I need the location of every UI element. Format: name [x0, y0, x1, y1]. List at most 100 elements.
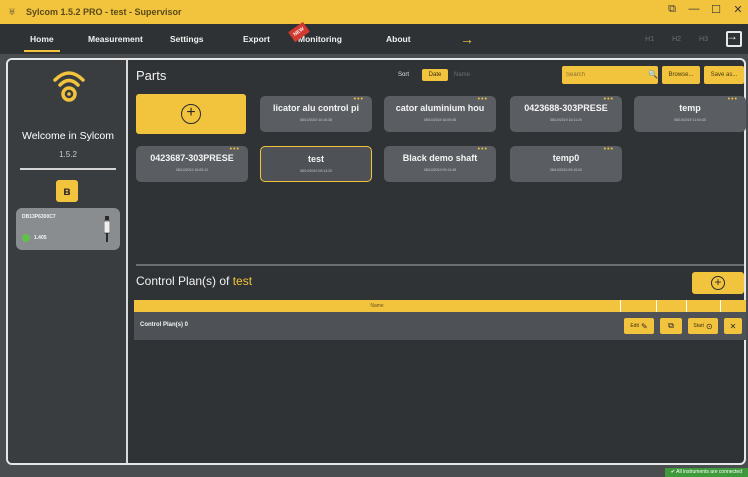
window-controls: ⧉ — ☐ ✕	[666, 3, 744, 16]
table-row[interactable]: Control Plan(s) 0 Edit ✎ ⧉ Start ⊙ ✕	[134, 312, 746, 340]
part-name: cator aluminium hou	[395, 103, 485, 113]
delete-icon: ✕	[729, 321, 737, 331]
part-name: test	[307, 154, 324, 164]
menu-monitoring[interactable]: NEW Monitoring	[288, 21, 342, 54]
part-tile[interactable]: ••• temp0 08/10/2019 09:10:02	[510, 146, 622, 182]
plus-circle-icon: +	[711, 276, 725, 290]
minimize-window-icon[interactable]: —	[688, 3, 700, 16]
part-date: 08/10/2019 09:10:02	[549, 168, 583, 172]
part-tile-selected[interactable]: test 08/10/2019 09:13:20	[260, 146, 372, 182]
part-tile[interactable]: ••• 0423688-303PRESE 08/10/2019 16:11:20	[510, 96, 622, 132]
part-name: 0423687-303PRESE	[150, 153, 234, 163]
control-plans-table-header: Name	[134, 300, 746, 312]
main-frame: Welcome in Sylcom 1.5.2 ʙ DB13P6300C7 1.…	[6, 58, 746, 465]
part-tile[interactable]: ••• 0423687-303PRESE 08/10/2019 16:05:12	[136, 146, 248, 182]
status-bar: ✔ All instruments are connected	[664, 468, 748, 477]
part-tile[interactable]: ••• licator alu control pi 08/10/2019 16…	[260, 96, 372, 132]
device-name: DB13P6300C7	[22, 214, 56, 220]
column-separator	[656, 300, 657, 312]
part-tile[interactable]: ••• Black demo shaft 08/10/2019 09:13:48	[384, 146, 496, 182]
part-date: 08/10/2019 11:04:40	[674, 118, 706, 122]
part-tile[interactable]: ••• cator aluminium hou 08/10/2019 16:09…	[384, 96, 496, 132]
control-plans-title: Control Plan(s) of test	[136, 274, 252, 288]
delete-button[interactable]: ✕	[724, 318, 742, 334]
sidebar: Welcome in Sylcom 1.5.2 ʙ DB13P6300C7 1.…	[8, 60, 128, 463]
control-plan-name: Control Plan(s) 0	[140, 322, 189, 328]
welcome-text: Welcome in Sylcom	[22, 130, 114, 142]
connection-status-dot	[22, 234, 30, 242]
maximize-window-icon[interactable]: ☐	[710, 3, 722, 16]
start-button[interactable]: Start ⊙	[688, 318, 718, 334]
part-date: 08/10/2019 16:05:12	[175, 168, 209, 172]
copy-button[interactable]: ⧉	[660, 318, 682, 334]
part-name: temp0	[552, 153, 580, 163]
window-title: Sylcom 1.5.2 PRO - test - Supervisor	[26, 7, 182, 17]
column-separator	[686, 300, 687, 312]
more-icon[interactable]: •••	[478, 96, 488, 103]
search-input[interactable]	[562, 66, 658, 84]
restore-window-icon[interactable]: ⧉	[666, 3, 678, 16]
search-icon[interactable]: 🔍	[648, 70, 658, 79]
start-label: Start	[693, 323, 704, 329]
menu-settings[interactable]: Settings	[170, 24, 204, 54]
part-date: 08/10/2019 09:13:20	[299, 169, 333, 173]
part-name: 0423688-303PRESE	[524, 103, 608, 113]
add-part-button[interactable]: +	[136, 94, 246, 134]
play-icon: ⊙	[705, 321, 713, 331]
version-text: 1.5.2	[59, 150, 77, 159]
menu-right-group: H1 H2 H3	[645, 24, 708, 54]
more-icon[interactable]: •••	[604, 146, 614, 153]
add-control-plan-button[interactable]: +	[692, 272, 744, 294]
more-icon[interactable]: •••	[478, 146, 488, 153]
parts-title: Parts	[136, 68, 167, 83]
part-date: 08/10/2019 16:09:48	[423, 118, 457, 122]
copy-icon: ⧉	[668, 321, 674, 330]
part-date: 08/10/2019 09:13:48	[423, 168, 457, 172]
menu-right-item[interactable]: H3	[699, 36, 708, 43]
bluetooth-button[interactable]: ʙ	[56, 180, 78, 202]
more-icon[interactable]: •••	[230, 146, 240, 153]
control-plans-title-prefix: Control Plan(s) of	[136, 274, 230, 288]
control-plans-part-name: test	[232, 274, 253, 288]
device-card[interactable]: DB13P6300C7 1.405	[16, 208, 120, 250]
sort-label: Sort	[398, 72, 410, 78]
exit-icon[interactable]	[726, 29, 742, 47]
menu-export[interactable]: Export	[243, 24, 270, 54]
menu-right-item[interactable]: H1	[645, 36, 654, 43]
close-window-icon[interactable]: ✕	[732, 3, 744, 16]
app-logo-icon: ♅	[7, 6, 17, 18]
sort-date-button[interactable]: Date	[422, 69, 448, 81]
menu-about[interactable]: About	[386, 24, 411, 54]
title-bar: ♅ Sylcom 1.5.2 PRO - test - Supervisor ⧉…	[0, 0, 748, 24]
edit-button[interactable]: Edit ✎	[624, 318, 654, 334]
menu-measurement[interactable]: Measurement	[88, 24, 143, 54]
part-date: 08/10/2019 16:11:20	[550, 118, 582, 122]
menu-right-item[interactable]: H2	[672, 36, 681, 43]
save-as-button[interactable]: Save as...	[704, 66, 744, 84]
probe-icon	[104, 216, 110, 242]
check-icon: ✔	[670, 469, 675, 475]
device-value: 1.405	[34, 235, 47, 241]
menu-home[interactable]: Home	[24, 24, 60, 54]
arrow-right-icon[interactable]: →	[460, 24, 474, 54]
more-icon[interactable]: •••	[604, 96, 614, 103]
section-divider	[136, 264, 744, 266]
browse-button[interactable]: Browse...	[662, 66, 700, 84]
sort-name-button[interactable]: Name	[454, 72, 470, 78]
part-tile[interactable]: ••• temp 08/10/2019 11:04:40	[634, 96, 746, 132]
more-icon[interactable]: •••	[728, 96, 738, 103]
column-separator	[620, 300, 621, 312]
wifi-logo-icon	[53, 71, 85, 102]
edit-label: Edit	[630, 323, 639, 329]
plus-circle-icon: +	[181, 104, 201, 124]
menu-monitoring-label: Monitoring	[298, 34, 342, 44]
column-separator	[720, 300, 721, 312]
status-text: All instruments are connected	[676, 469, 742, 475]
main-menu: Home Measurement Settings Export NEW Mon…	[0, 21, 748, 54]
part-name: Black demo shaft	[402, 153, 478, 163]
more-icon[interactable]: •••	[354, 96, 364, 103]
bluetooth-icon: ʙ	[63, 184, 71, 198]
column-header-name: Name	[370, 303, 384, 309]
sidebar-divider	[20, 168, 116, 170]
edit-icon: ✎	[640, 321, 648, 331]
